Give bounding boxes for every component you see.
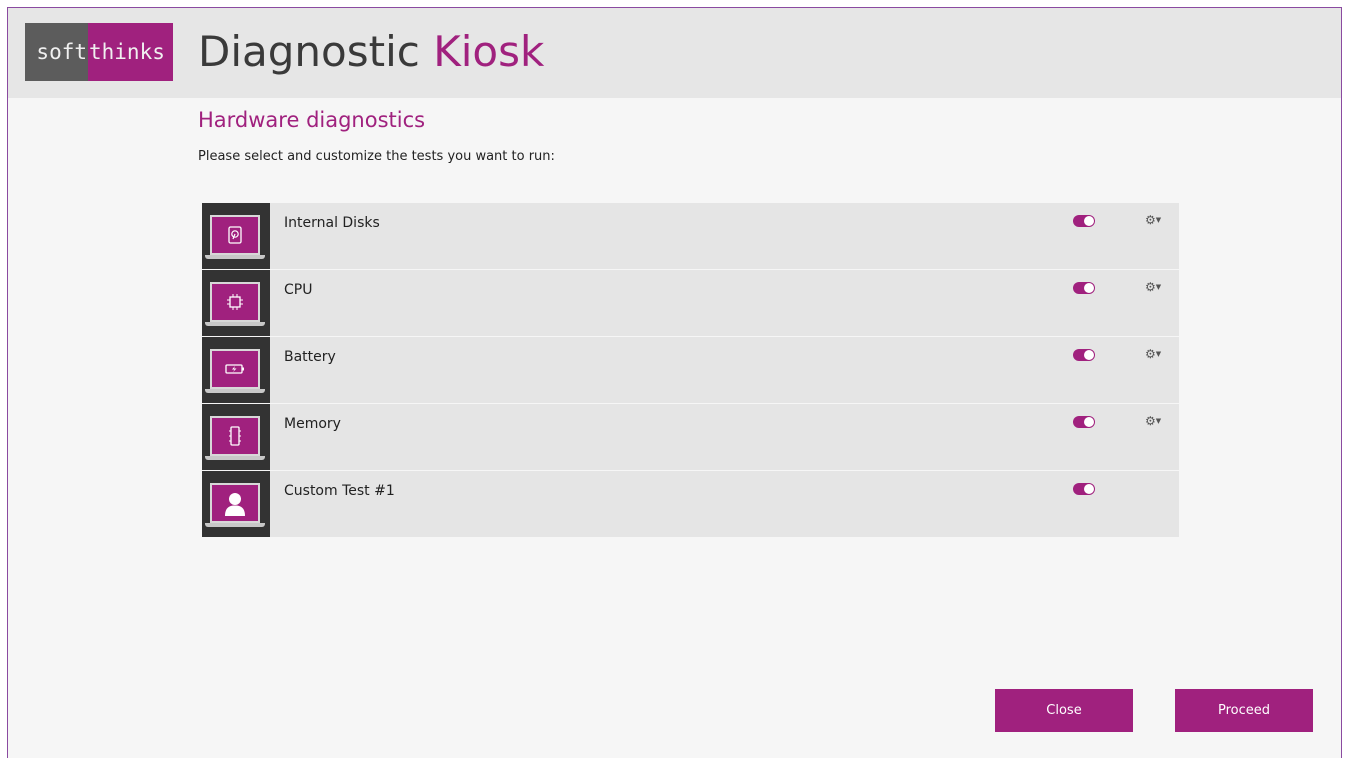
test-thumbnail (202, 203, 270, 269)
test-toggle[interactable] (1073, 416, 1095, 428)
test-row-battery[interactable]: Battery ⚙▼ (202, 337, 1179, 403)
app-title-main: Diagnostic (198, 27, 434, 76)
test-row-memory[interactable]: Memory ⚙▼ (202, 404, 1179, 470)
test-name: Custom Test #1 (284, 483, 395, 499)
chevron-down-icon: ▼ (1155, 350, 1162, 358)
memory-icon (229, 426, 241, 446)
toggle-knob (1084, 350, 1094, 360)
test-name: Memory (284, 416, 341, 432)
laptop-base (205, 523, 265, 527)
test-toggle[interactable] (1073, 282, 1095, 294)
laptop-screen (210, 483, 260, 523)
toggle-knob (1084, 283, 1094, 293)
close-button[interactable]: Close (995, 689, 1133, 732)
softthinks-logo: soft thinks (25, 23, 173, 81)
laptop-base (205, 322, 265, 326)
test-thumbnail (202, 337, 270, 403)
kiosk-window: soft thinks Diagnostic Kiosk Hardware di… (7, 7, 1342, 758)
app-title: Diagnostic Kiosk (198, 22, 544, 82)
test-toggle[interactable] (1073, 349, 1095, 361)
gear-icon[interactable]: ⚙▼ (1145, 345, 1165, 363)
logo-thinks: thinks (88, 23, 173, 81)
laptop-screen (210, 282, 260, 322)
laptop-screen (210, 416, 260, 456)
laptop-base (205, 255, 265, 259)
toggle-knob (1084, 417, 1094, 427)
gear-icon[interactable]: ⚙▼ (1145, 278, 1165, 296)
test-list: Internal Disks ⚙▼ CPU ⚙▼ Battery ⚙▼ Memo… (202, 203, 1179, 538)
chevron-down-icon: ▼ (1155, 216, 1162, 224)
app-header: soft thinks Diagnostic Kiosk (8, 8, 1341, 98)
test-row-internal-disks[interactable]: Internal Disks ⚙▼ (202, 203, 1179, 269)
laptop-base (205, 389, 265, 393)
user-icon (225, 493, 245, 516)
test-row-cpu[interactable]: CPU ⚙▼ (202, 270, 1179, 336)
gear-icon[interactable]: ⚙▼ (1145, 412, 1165, 430)
test-thumbnail (202, 404, 270, 470)
test-name: CPU (284, 282, 313, 298)
test-thumbnail (202, 270, 270, 336)
cpu-icon (227, 294, 243, 310)
instruction-text: Please select and customize the tests yo… (198, 149, 555, 164)
chevron-down-icon: ▼ (1155, 417, 1162, 425)
page-title: Hardware diagnostics (198, 108, 426, 132)
toggle-knob (1084, 216, 1094, 226)
test-thumbnail (202, 471, 270, 537)
laptop-screen (210, 215, 260, 255)
app-title-accent: Kiosk (433, 27, 545, 76)
logo-soft: soft (25, 23, 88, 81)
laptop-base (205, 456, 265, 460)
toggle-knob (1084, 484, 1094, 494)
test-toggle[interactable] (1073, 483, 1095, 495)
test-row-custom-test-1[interactable]: Custom Test #1 (202, 471, 1179, 537)
laptop-screen (210, 349, 260, 389)
disk-icon (228, 226, 242, 244)
proceed-button[interactable]: Proceed (1175, 689, 1313, 732)
test-toggle[interactable] (1073, 215, 1095, 227)
test-name: Battery (284, 349, 336, 365)
gear-icon[interactable]: ⚙▼ (1145, 211, 1165, 229)
battery-icon (225, 364, 244, 374)
test-name: Internal Disks (284, 215, 380, 231)
chevron-down-icon: ▼ (1155, 283, 1162, 291)
